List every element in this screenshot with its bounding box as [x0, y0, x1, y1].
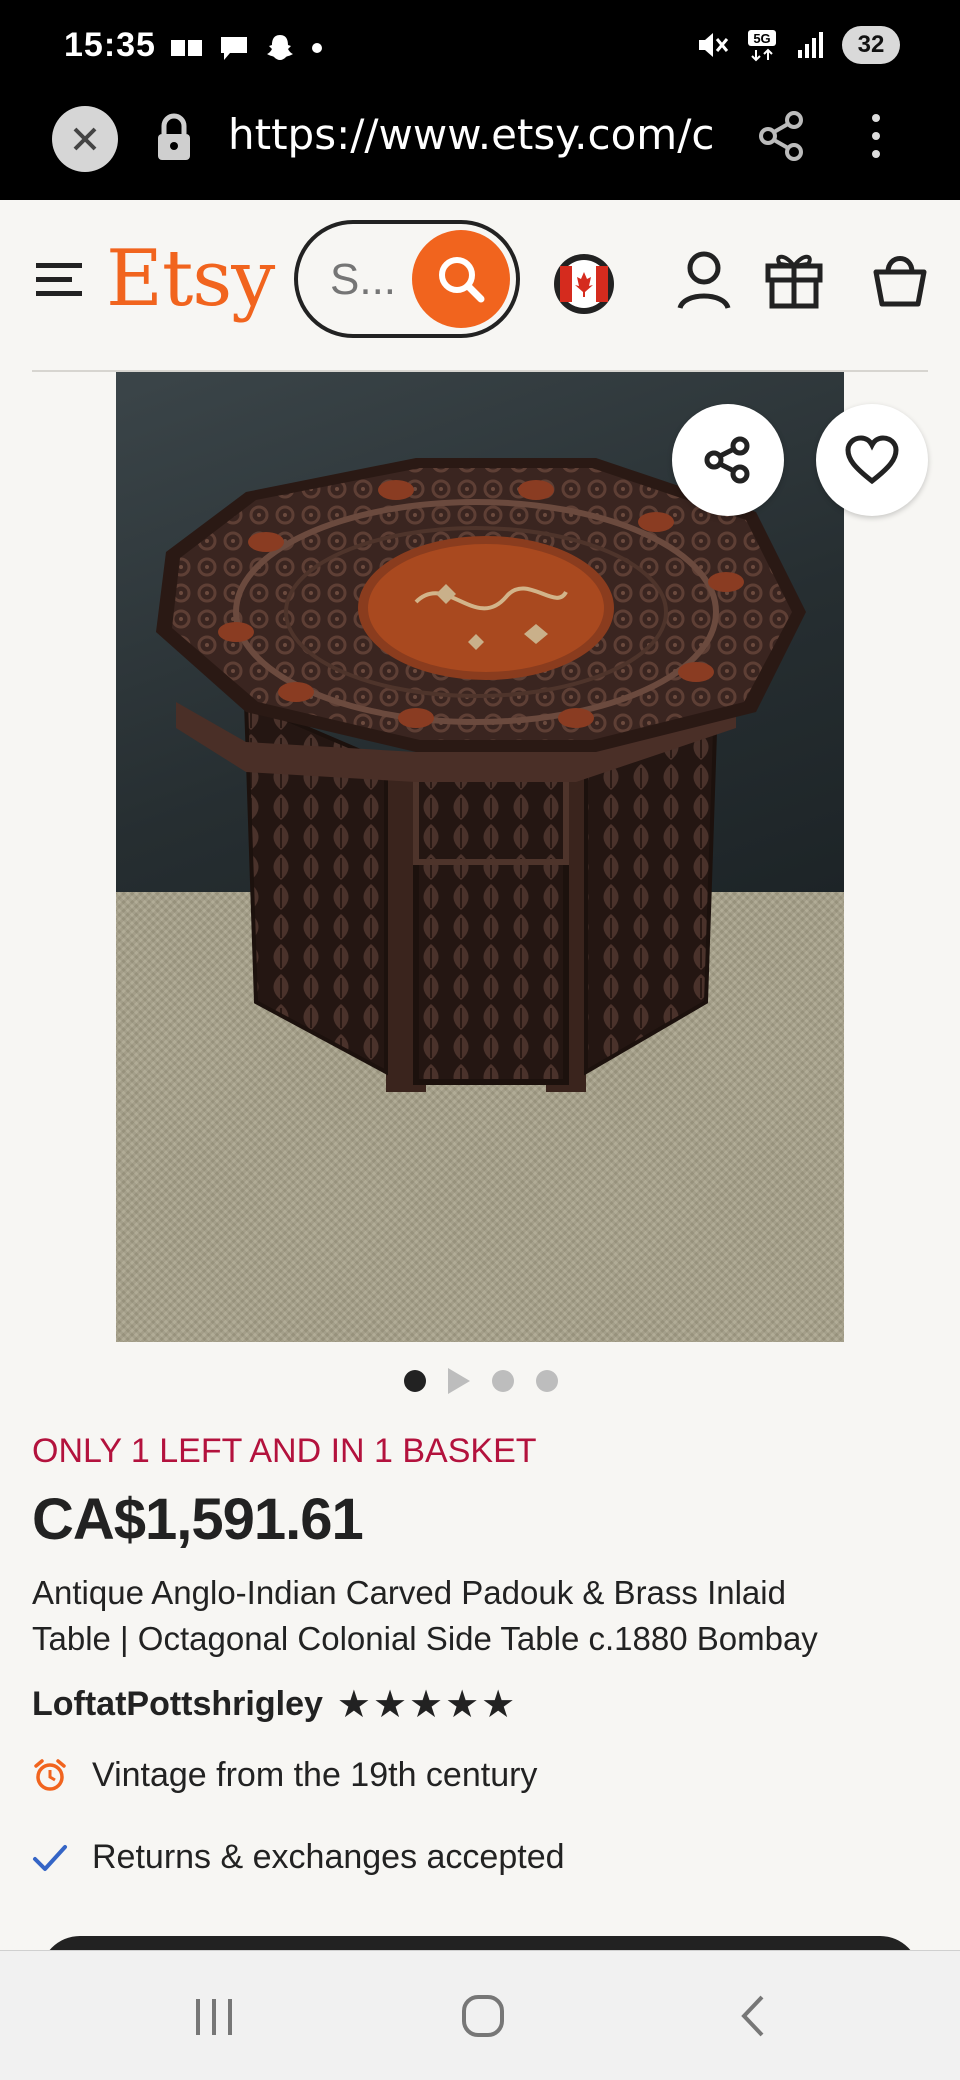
- gift-icon[interactable]: [764, 248, 824, 310]
- search-box: [294, 220, 520, 338]
- status-time: 15:35: [64, 26, 156, 64]
- carousel-dot-1[interactable]: [404, 1370, 426, 1392]
- chat-icon: [221, 37, 247, 60]
- share-icon[interactable]: [756, 110, 806, 162]
- search-input[interactable]: [328, 254, 408, 306]
- browser-address-bar: https://www.etsy.com/ca/: [0, 96, 960, 200]
- share-listing-button[interactable]: [672, 404, 784, 516]
- notification-icons: [170, 32, 324, 64]
- signal-icon: [798, 32, 823, 58]
- mute-icon: [699, 33, 729, 57]
- search-button[interactable]: [412, 230, 510, 328]
- heart-icon: [845, 435, 899, 485]
- shop-row: LoftatPottshrigley ★★★★★: [32, 1682, 517, 1727]
- close-tab-button[interactable]: [52, 106, 118, 172]
- system-icons: 5G 32: [696, 26, 900, 64]
- carousel-dot-3[interactable]: [492, 1370, 514, 1392]
- feature-returns: Returns & exchanges accepted: [32, 1838, 565, 1877]
- battery-indicator: 32: [842, 26, 900, 64]
- stock-note: ONLY 1 LEFT AND IN 1 BASKET: [32, 1432, 537, 1470]
- news-icon: [171, 40, 202, 56]
- carousel-dot-4[interactable]: [536, 1370, 558, 1392]
- shop-name-link[interactable]: LoftatPottshrigley: [32, 1685, 323, 1724]
- carved-table-illustration: [156, 458, 806, 1092]
- lock-icon: [158, 113, 190, 160]
- 5g-icon: 5G: [748, 30, 776, 62]
- product-title: Antique Anglo-Indian Carved Padouk & Bra…: [32, 1570, 932, 1662]
- system-navigation-bar: [0, 1950, 960, 2080]
- svg-text:5G: 5G: [753, 31, 770, 46]
- feature-vintage: Vintage from the 19th century: [32, 1756, 537, 1795]
- recent-apps-icon[interactable]: [192, 1995, 236, 2039]
- feature-text: Returns & exchanges accepted: [92, 1838, 565, 1876]
- close-icon: [73, 127, 97, 151]
- cart-icon[interactable]: [872, 250, 928, 308]
- product-image[interactable]: [116, 372, 844, 1342]
- status-bar: 15:35 5G 32: [0, 0, 960, 96]
- checkmark-icon: [33, 1844, 67, 1871]
- alarm-clock-icon: [34, 1758, 66, 1791]
- dot-icon: [312, 43, 322, 53]
- more-options-icon[interactable]: [866, 110, 886, 162]
- account-icon[interactable]: [676, 248, 732, 312]
- back-icon[interactable]: [736, 1993, 768, 2039]
- feature-text: Vintage from the 19th century: [92, 1756, 538, 1794]
- image-carousel-dots: [404, 1368, 558, 1394]
- snapchat-icon: [267, 35, 293, 60]
- product-title-line-2: Table | Octagonal Colonial Side Table c.…: [32, 1620, 818, 1657]
- favorite-button[interactable]: [816, 404, 928, 516]
- product-price: CA$1,591.61: [32, 1487, 364, 1552]
- url-field[interactable]: https://www.etsy.com/ca/: [228, 110, 716, 159]
- product-title-line-1: Antique Anglo-Indian Carved Padouk & Bra…: [32, 1574, 786, 1611]
- canada-flag-icon[interactable]: [552, 252, 616, 316]
- site-header: Etsy: [0, 200, 960, 360]
- search-icon: [439, 257, 485, 303]
- carousel-video-icon[interactable]: [448, 1368, 470, 1394]
- etsy-logo[interactable]: Etsy: [106, 234, 275, 324]
- home-icon[interactable]: [460, 1993, 506, 2039]
- share-icon: [704, 436, 750, 484]
- menu-icon[interactable]: [34, 260, 84, 300]
- rating-stars[interactable]: ★★★★★: [337, 1682, 517, 1727]
